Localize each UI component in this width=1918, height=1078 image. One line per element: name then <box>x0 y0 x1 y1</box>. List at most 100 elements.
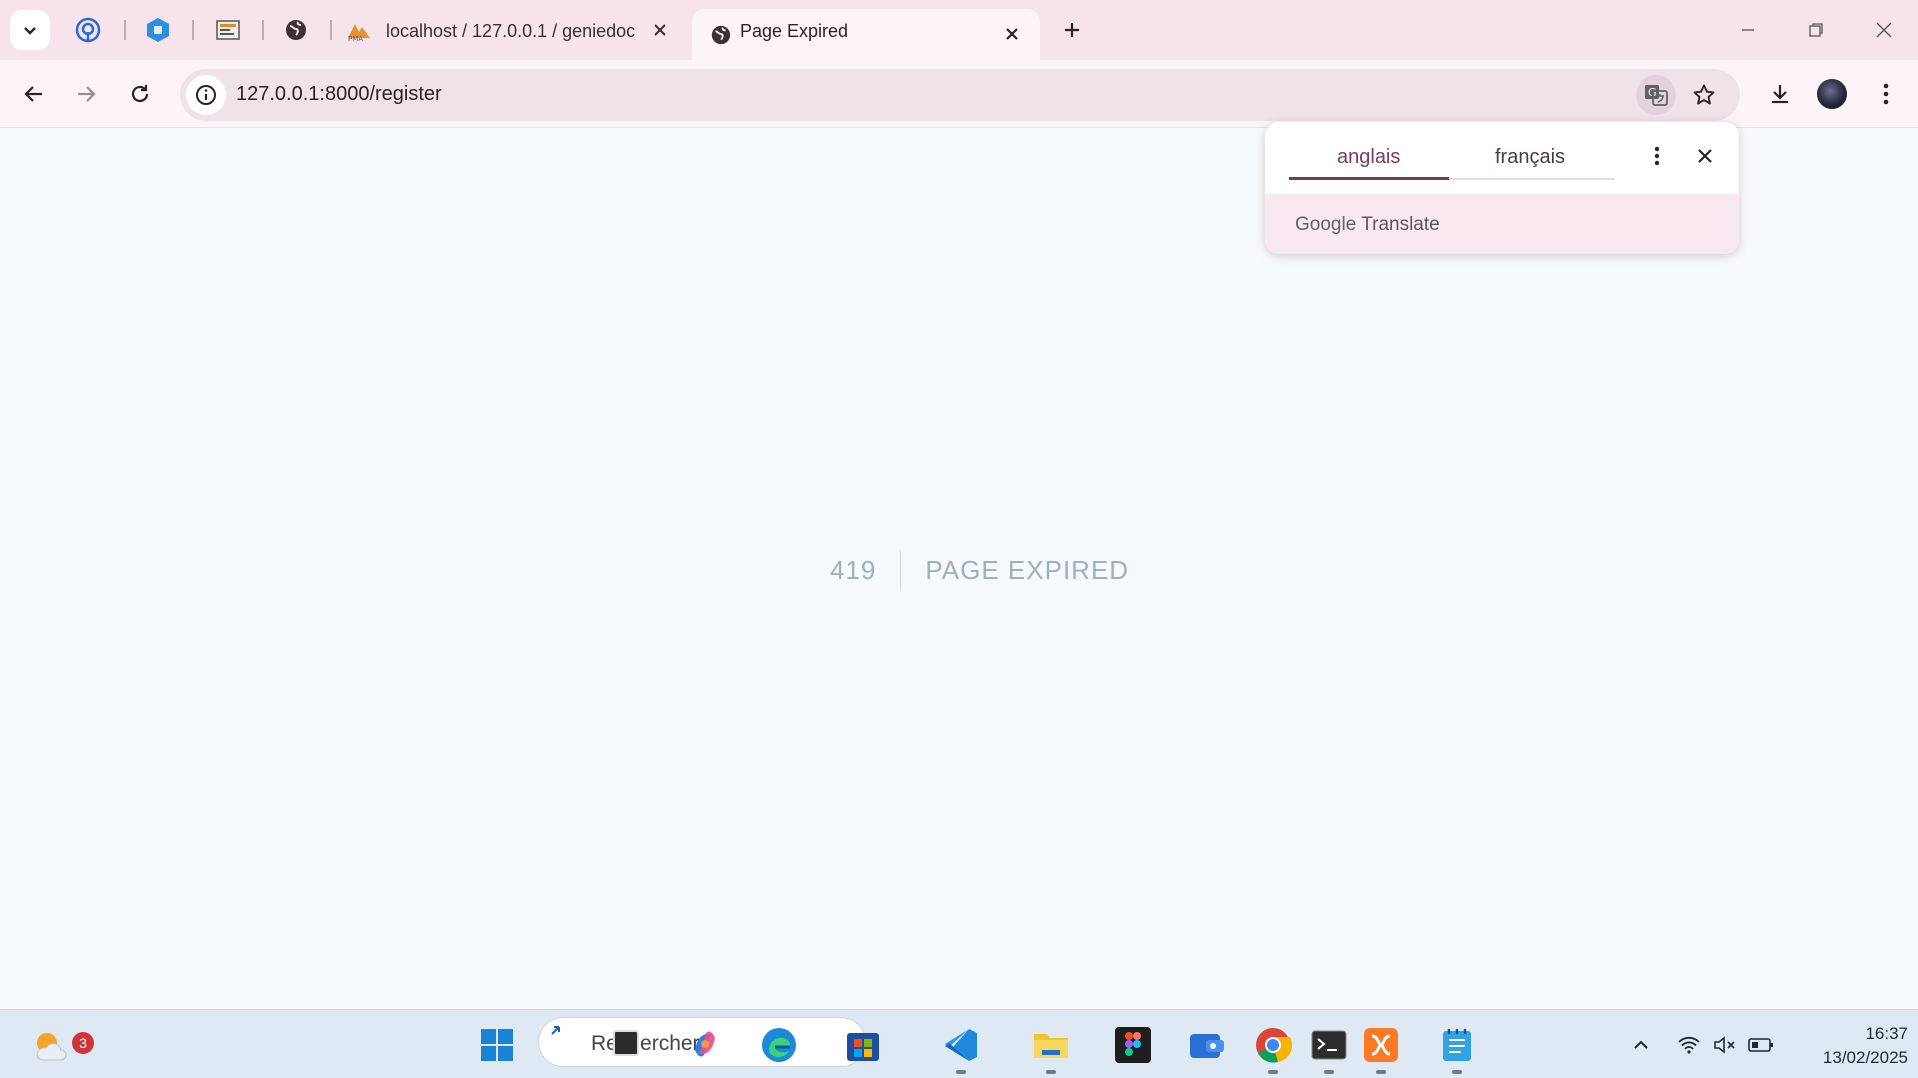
taskbar-wallet[interactable] <box>1186 1024 1228 1066</box>
translate-page-button[interactable]: G <box>1636 75 1676 115</box>
battery-button[interactable] <box>1746 1030 1776 1060</box>
pinned-tab-podcast[interactable] <box>66 10 110 50</box>
phpmyadmin-icon: PMA <box>348 24 370 42</box>
network-button[interactable] <box>1674 1030 1704 1060</box>
page-content: 419 Page Expired <box>0 129 1918 1009</box>
taskbar-vscode[interactable] <box>940 1024 982 1074</box>
taskbar-store[interactable] <box>842 1024 884 1066</box>
taskbar-notepad[interactable] <box>1436 1024 1478 1074</box>
downloads-button[interactable] <box>1758 72 1802 116</box>
restore-button[interactable] <box>1794 10 1838 50</box>
battery-icon <box>1748 1038 1773 1052</box>
tab-strip: PMA localhost / 127.0.0.1 / geniedoc Pag… <box>0 0 1918 60</box>
tab-target-language[interactable]: français <box>1495 146 1565 169</box>
globe-icon <box>711 25 731 45</box>
pinned-tab-site[interactable] <box>206 10 250 50</box>
address-bar[interactable]: 127.0.0.1:8000/register G <box>180 69 1740 121</box>
close-icon <box>654 24 666 36</box>
translate-bubble: anglais français Google Translate <box>1265 122 1739 254</box>
chevron-down-icon <box>24 27 36 35</box>
taskbar: 3 Rechercher 16:37 13/02/2025 <box>0 1009 1918 1078</box>
arrow-right-icon <box>78 86 96 102</box>
more-vertical-icon <box>1654 146 1660 166</box>
wallet-icon <box>1190 1034 1224 1058</box>
back-button[interactable] <box>12 72 56 116</box>
translate-close-button[interactable] <box>1687 138 1723 174</box>
translate-options-button[interactable] <box>1639 138 1675 174</box>
restore-icon <box>1809 23 1823 37</box>
profile-button[interactable] <box>1810 72 1854 116</box>
browser-toolbar: 127.0.0.1:8000/register G <box>0 60 1918 128</box>
vscode-icon <box>945 1029 977 1061</box>
reload-button[interactable] <box>118 72 162 116</box>
new-tab-button[interactable] <box>1054 12 1090 48</box>
browser-menu-button[interactable] <box>1864 72 1908 116</box>
tab-separator <box>192 20 194 40</box>
tab-close-button[interactable] <box>998 20 1026 48</box>
reload-icon <box>131 85 149 103</box>
translate-footer: Google Translate <box>1265 194 1739 254</box>
minimize-button[interactable] <box>1726 10 1770 50</box>
weather-widget[interactable]: 3 <box>26 1022 94 1068</box>
avatar <box>1817 79 1847 109</box>
tab-favicon <box>706 20 736 50</box>
taskbar-search[interactable]: Rechercher <box>538 1017 866 1067</box>
taskbar-figma[interactable] <box>1112 1024 1154 1066</box>
system-clock[interactable]: 16:37 13/02/2025 <box>1788 1022 1908 1070</box>
volume-button[interactable] <box>1710 1030 1740 1060</box>
hexagon-app-icon <box>147 18 169 42</box>
pinned-tab-globe[interactable] <box>274 10 318 50</box>
running-indicator <box>1376 1070 1386 1074</box>
pinned-tab-hexagon-app[interactable] <box>136 10 180 50</box>
taskbar-chrome[interactable] <box>1252 1024 1294 1074</box>
notepad-icon <box>1443 1029 1471 1061</box>
globe-icon <box>286 20 306 40</box>
xampp-icon <box>1364 1028 1398 1062</box>
podcast-icon <box>75 17 101 43</box>
tab-close-button[interactable] <box>646 16 674 44</box>
google-translate-logo: Google Translate <box>1295 214 1440 236</box>
search-pointer-icon <box>551 1026 560 1035</box>
download-icon <box>1772 85 1788 104</box>
taskbar-terminal[interactable] <box>1308 1024 1350 1074</box>
brand-name: Google <box>1295 214 1357 235</box>
running-indicator <box>1268 1070 1278 1074</box>
plus-icon <box>1065 23 1079 37</box>
site-info-button[interactable] <box>186 75 226 115</box>
taskbar-file-explorer[interactable] <box>1030 1024 1072 1074</box>
windows-logo-icon <box>481 1029 513 1061</box>
close-window-button[interactable] <box>1862 10 1906 50</box>
forward-button[interactable] <box>64 72 108 116</box>
url-text: 127.0.0.1:8000/register <box>236 83 442 105</box>
start-button[interactable] <box>476 1024 518 1066</box>
running-indicator <box>1452 1070 1462 1074</box>
tab-page-expired[interactable]: Page Expired <box>692 9 1040 60</box>
copilot-icon[interactable] <box>689 1028 721 1060</box>
language-tabs: anglais français <box>1289 134 1615 180</box>
bookmark-button[interactable] <box>1684 75 1724 115</box>
wifi-icon <box>1678 1036 1700 1054</box>
site-thumbnail-icon <box>216 20 240 40</box>
running-indicator <box>1046 1070 1056 1074</box>
folder-icon <box>1034 1034 1068 1058</box>
running-indicator <box>956 1070 966 1074</box>
chrome-icon <box>1256 1028 1292 1063</box>
copilot-icon <box>695 1031 715 1057</box>
clock-date: 13/02/2025 <box>1822 1048 1908 1067</box>
tab-phpmyadmin[interactable]: PMA localhost / 127.0.0.1 / geniedoc <box>346 14 676 48</box>
search-highlight-icon <box>613 1030 639 1056</box>
tab-title: Page Expired <box>740 21 849 41</box>
info-icon <box>196 85 216 105</box>
store-icon <box>847 1033 879 1061</box>
tab-separator <box>262 20 264 40</box>
tab-search-button[interactable] <box>10 10 50 50</box>
show-hidden-icons-button[interactable] <box>1626 1030 1656 1060</box>
taskbar-edge[interactable] <box>758 1024 800 1066</box>
tab-source-language[interactable]: anglais <box>1337 146 1400 169</box>
weather-icon <box>36 1033 67 1061</box>
taskbar-xampp[interactable] <box>1360 1024 1402 1074</box>
selected-tab-indicator <box>1289 177 1449 180</box>
terminal-icon <box>1311 1030 1347 1060</box>
error-text: Page Expired <box>925 554 1130 585</box>
tab-title: localhost / 127.0.0.1 / geniedoc <box>386 20 636 41</box>
